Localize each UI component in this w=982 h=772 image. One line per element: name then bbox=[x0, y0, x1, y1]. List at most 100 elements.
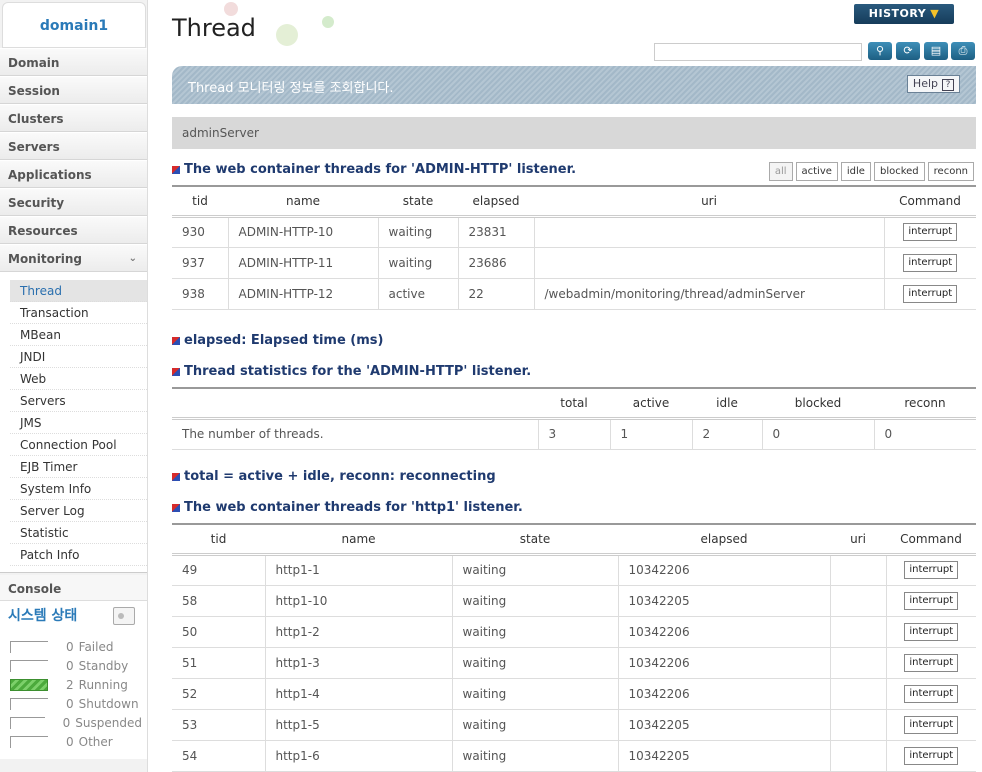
search-icon[interactable]: ⚲ bbox=[868, 42, 892, 60]
status-bar bbox=[10, 716, 45, 729]
console-link[interactable]: Console bbox=[0, 575, 147, 601]
cell-uri bbox=[830, 616, 887, 648]
cell-label: The number of threads. bbox=[172, 418, 539, 450]
menu-monitoring[interactable]: Monitoring ⌄ bbox=[0, 244, 147, 272]
interrupt-button[interactable]: interrupt bbox=[904, 684, 959, 703]
status-bar bbox=[10, 659, 48, 672]
cell-uri bbox=[830, 678, 887, 710]
status-bar bbox=[10, 735, 48, 748]
table-row: 937 ADMIN-HTTP-11 waiting 23686 interrup… bbox=[172, 247, 976, 279]
cell-tid: 53 bbox=[172, 709, 266, 741]
bullet-icon bbox=[172, 472, 180, 481]
domain-title[interactable]: domain1 bbox=[2, 2, 146, 48]
search-input[interactable] bbox=[654, 43, 862, 61]
filter-blocked-button[interactable]: blocked bbox=[873, 162, 925, 181]
menu-clusters[interactable]: Clusters bbox=[0, 104, 147, 132]
cell-state: waiting bbox=[452, 554, 619, 586]
interrupt-button[interactable]: interrupt bbox=[904, 591, 959, 610]
submenu-ejb-timer[interactable]: EJB Timer bbox=[10, 456, 147, 478]
menu-session[interactable]: Session bbox=[0, 76, 147, 104]
cell-elapsed: 10342206 bbox=[618, 616, 831, 648]
submenu-server-log[interactable]: Server Log bbox=[10, 500, 147, 522]
table-row: 49 http1-1 waiting 10342206 interrupt bbox=[172, 554, 976, 586]
menu-servers[interactable]: Servers bbox=[0, 132, 147, 160]
submenu-web[interactable]: Web bbox=[10, 368, 147, 390]
thread-statistics-table: total active idle blocked reconn The num… bbox=[172, 387, 976, 450]
filter-reconn-button[interactable]: reconn bbox=[927, 162, 974, 181]
http1-thread-table: tid name state elapsed uri Command 49 ht… bbox=[172, 523, 976, 772]
interrupt-button[interactable]: interrupt bbox=[904, 561, 959, 579]
cell-tid: 50 bbox=[172, 616, 266, 648]
elapsed-note: elapsed: Elapsed time (ms) bbox=[172, 333, 383, 348]
column-header: reconn bbox=[874, 387, 976, 420]
submenu-jms[interactable]: JMS bbox=[10, 412, 147, 434]
history-button[interactable]: HISTORY ▼ bbox=[854, 4, 954, 24]
interrupt-button[interactable]: interrupt bbox=[904, 653, 959, 672]
interrupt-button[interactable]: interrupt bbox=[904, 746, 959, 765]
interrupt-button[interactable]: interrupt bbox=[904, 622, 959, 641]
decoration-circle bbox=[322, 16, 334, 28]
cell-elapsed: 23686 bbox=[458, 247, 535, 279]
cell-elapsed: 10342205 bbox=[618, 585, 831, 617]
menu-applications[interactable]: Applications bbox=[0, 160, 147, 188]
cell-elapsed: 23831 bbox=[458, 216, 535, 248]
filter-all-button[interactable]: all bbox=[768, 162, 793, 181]
filter-idle-button[interactable]: idle bbox=[840, 162, 871, 181]
xml-export-icon[interactable]: ▤ bbox=[924, 42, 948, 60]
interrupt-button[interactable]: interrupt bbox=[904, 715, 959, 734]
column-header: name bbox=[228, 185, 378, 218]
question-icon: ? bbox=[942, 79, 954, 91]
decoration-circle bbox=[276, 24, 298, 46]
section-http1-label: The web container threads for 'http1' li… bbox=[184, 500, 523, 515]
submenu-system-info[interactable]: System Info bbox=[10, 478, 147, 500]
status-count: 0 bbox=[66, 639, 74, 654]
cell-uri bbox=[830, 740, 887, 772]
cell-elapsed: 10342206 bbox=[618, 678, 831, 710]
cell-blocked: 0 bbox=[762, 418, 875, 450]
interrupt-button[interactable]: interrupt bbox=[903, 223, 958, 241]
monitor-icon[interactable] bbox=[113, 607, 135, 625]
submenu-transaction[interactable]: Transaction bbox=[10, 302, 147, 324]
status-label: Other bbox=[78, 734, 113, 749]
submenu-statistic[interactable]: Statistic bbox=[10, 522, 147, 544]
cell-name: http1-5 bbox=[265, 709, 453, 741]
menu-resources[interactable]: Resources bbox=[0, 216, 147, 244]
cell-command: interrupt bbox=[886, 678, 976, 710]
cell-tid: 54 bbox=[172, 740, 266, 772]
submenu-patch-info[interactable]: Patch Info bbox=[10, 544, 147, 566]
system-status-label: 시스템 상태 bbox=[8, 608, 78, 624]
cell-command: interrupt bbox=[884, 247, 976, 279]
help-button[interactable]: Help? bbox=[906, 75, 960, 93]
menu-domain[interactable]: Domain bbox=[0, 48, 147, 76]
cell-command: interrupt bbox=[884, 278, 976, 310]
refresh-icon[interactable]: ⟳ bbox=[896, 42, 920, 60]
cell-tid: 937 bbox=[172, 247, 229, 279]
interrupt-button[interactable]: interrupt bbox=[903, 284, 958, 303]
submenu-jndi[interactable]: JNDI bbox=[10, 346, 147, 368]
cell-command: interrupt bbox=[886, 709, 976, 741]
submenu-thread[interactable]: Thread bbox=[10, 280, 147, 302]
submenu-servers[interactable]: Servers bbox=[10, 390, 147, 412]
submenu-connection-pool[interactable]: Connection Pool bbox=[10, 434, 147, 456]
column-header: tid bbox=[172, 523, 265, 556]
submenu-mbean[interactable]: MBean bbox=[10, 324, 147, 346]
filter-active-button[interactable]: active bbox=[795, 162, 838, 181]
print-icon[interactable]: ⎙ bbox=[951, 42, 975, 60]
column-header: active bbox=[610, 387, 692, 420]
column-header: state bbox=[378, 185, 458, 218]
interrupt-button[interactable]: interrupt bbox=[903, 253, 958, 272]
cell-command: interrupt bbox=[886, 740, 976, 772]
cell-uri bbox=[830, 554, 887, 586]
column-header: elapsed bbox=[458, 185, 534, 218]
menu-security[interactable]: Security bbox=[0, 188, 147, 216]
cell-name: ADMIN-HTTP-12 bbox=[228, 278, 379, 310]
cell-command: interrupt bbox=[886, 585, 976, 617]
cell-uri bbox=[830, 709, 887, 741]
column-header: state bbox=[452, 523, 618, 556]
table-row: 930 ADMIN-HTTP-10 waiting 23831 interrup… bbox=[172, 216, 976, 248]
server-name-bar: adminServer bbox=[172, 117, 976, 149]
cell-total: 3 bbox=[538, 418, 611, 450]
cell-name: ADMIN-HTTP-11 bbox=[228, 247, 379, 279]
column-header: name bbox=[265, 523, 452, 556]
status-standby: 0 Standby bbox=[10, 656, 147, 675]
